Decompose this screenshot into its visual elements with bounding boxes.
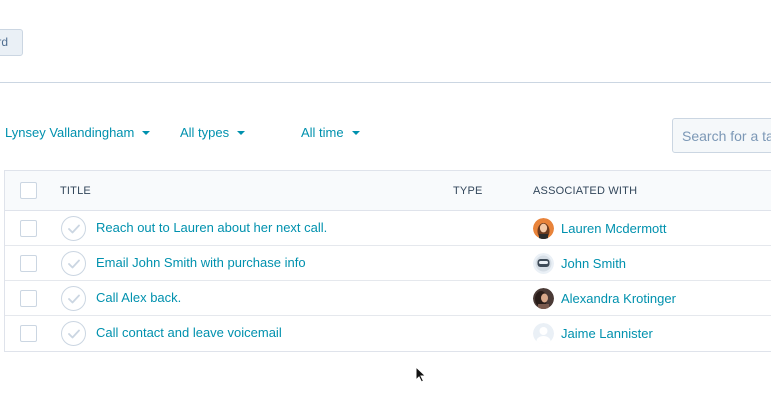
task-title-link[interactable]: Email John Smith with purchase info [96, 255, 306, 270]
photo-person-avatar [533, 288, 554, 309]
mark-complete-button[interactable] [61, 286, 86, 311]
table-row: Call contact and leave voicemail Jaime L… [5, 316, 771, 351]
table-row: Email John Smith with purchase info John… [5, 246, 771, 281]
header-associated-with[interactable]: ASSOCIATED WITH [533, 185, 637, 197]
task-title-link[interactable]: Call contact and leave voicemail [96, 325, 282, 340]
type-filter-dropdown[interactable]: All types [180, 125, 246, 140]
top-toolbar-button[interactable]: rd [0, 29, 23, 56]
table-row: Call Alex back. Alexandra Krotinger [5, 281, 771, 316]
owner-filter-label: Lynsey Vallandingham [5, 125, 135, 140]
section-divider [0, 82, 771, 83]
mark-complete-button[interactable] [61, 321, 86, 346]
check-icon [68, 259, 80, 269]
select-all-checkbox[interactable] [20, 182, 37, 199]
robot-avatar [533, 253, 554, 274]
associated-contact-link[interactable]: Lauren Mcdermott [561, 221, 667, 236]
row-checkbox[interactable] [20, 255, 37, 272]
mark-complete-button[interactable] [61, 216, 86, 241]
time-filter-dropdown[interactable]: All time [301, 125, 360, 140]
header-title[interactable]: TITLE [60, 185, 91, 197]
associated-contact-link[interactable]: John Smith [561, 256, 626, 271]
tasks-table: TITLE TYPE ASSOCIATED WITH Reach out to … [4, 170, 771, 352]
task-search-input[interactable]: Search for a task [672, 118, 771, 153]
chevron-down-icon [142, 131, 151, 135]
default-user-avatar [533, 323, 554, 344]
table-header: TITLE TYPE ASSOCIATED WITH [5, 171, 771, 211]
header-type[interactable]: TYPE [453, 185, 483, 197]
associated-contact-link[interactable]: Jaime Lannister [561, 326, 653, 341]
chevron-down-icon [237, 131, 246, 135]
owner-filter-dropdown[interactable]: Lynsey Vallandingham [5, 125, 151, 140]
check-icon [68, 294, 80, 304]
task-title-link[interactable]: Reach out to Lauren about her next call. [96, 220, 327, 235]
chevron-down-icon [351, 131, 360, 135]
row-checkbox[interactable] [20, 290, 37, 307]
table-row: Reach out to Lauren about her next call.… [5, 211, 771, 246]
check-icon [68, 329, 80, 339]
photo-woman-avatar [533, 218, 554, 239]
task-title-link[interactable]: Call Alex back. [96, 290, 181, 305]
mouse-cursor-icon [415, 366, 427, 383]
check-icon [68, 224, 80, 234]
time-filter-label: All time [301, 125, 344, 140]
row-checkbox[interactable] [20, 325, 37, 342]
row-checkbox[interactable] [20, 220, 37, 237]
mark-complete-button[interactable] [61, 251, 86, 276]
type-filter-label: All types [180, 125, 230, 140]
tasks-page: rd Lynsey Vallandingham All types All ti… [0, 0, 771, 401]
associated-contact-link[interactable]: Alexandra Krotinger [561, 291, 676, 306]
